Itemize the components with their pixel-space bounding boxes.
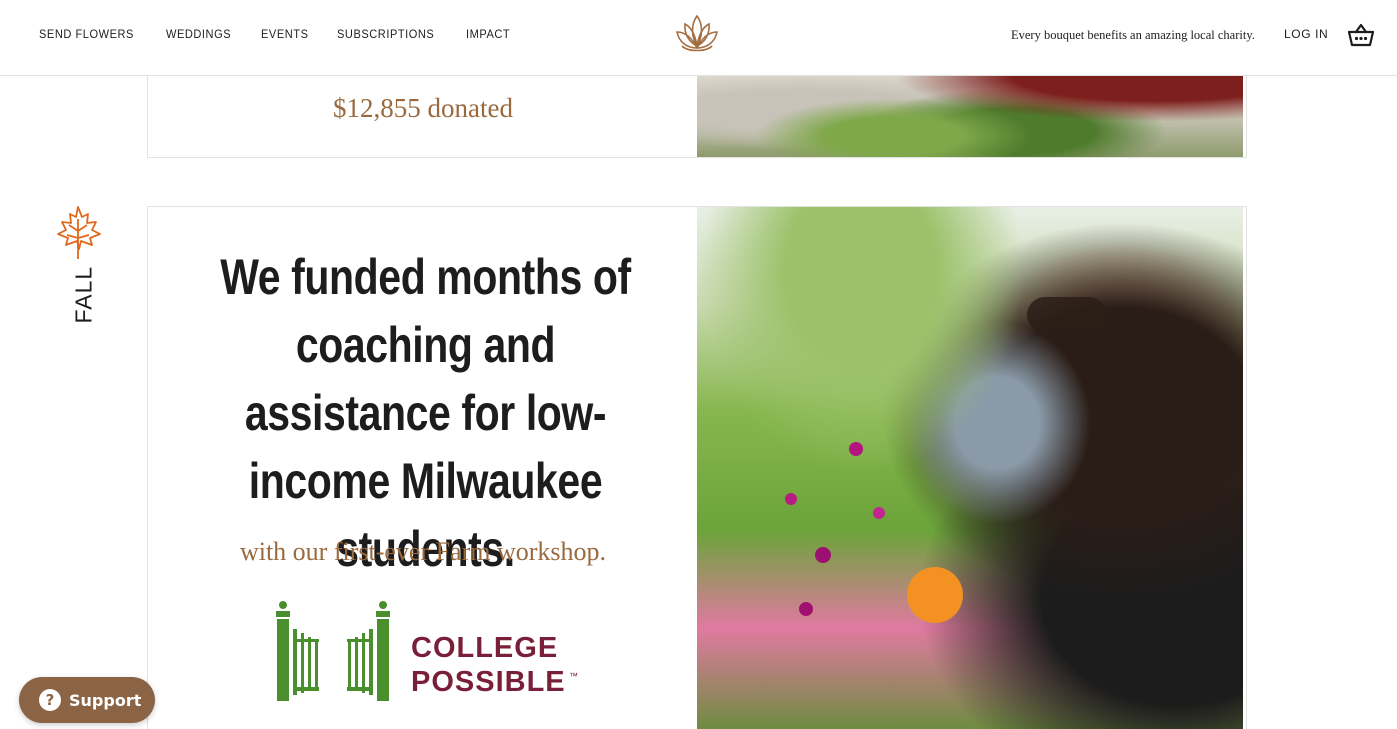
nav-send-flowers[interactable]: SEND FLOWERS [39, 27, 134, 41]
header-tagline: Every bouquet benefits an amazing local … [1011, 28, 1255, 42]
nav-impact[interactable]: IMPACT [466, 27, 510, 41]
support-button[interactable]: ? Support [19, 677, 155, 723]
site-header: SEND FLOWERS WEDDINGS EVENTS SUBSCRIPTIO… [0, 0, 1397, 76]
login-link[interactable]: LOG IN [1284, 27, 1328, 41]
farm-workshop-photo [697, 207, 1243, 729]
season-label: FALL [64, 265, 104, 324]
impact-card: We funded months of coaching and assista… [147, 206, 1247, 729]
season-text: FALL [70, 265, 97, 324]
main-nav: SEND FLOWERS WEDDINGS EVENTS SUBSCRIPTIO… [39, 27, 515, 41]
impact-subline: with our first-ever Farm workshop. [239, 537, 607, 566]
maple-leaf-icon [57, 206, 101, 259]
partner-name-line1: COLLEGE [411, 632, 558, 664]
support-label: Support [69, 690, 142, 710]
partner-name-line2: POSSIBLE [411, 666, 566, 698]
impact-headline: We funded months of coaching and assista… [220, 249, 631, 577]
lotus-logo-icon[interactable] [674, 12, 720, 54]
trademark-symbol: ™ [569, 671, 578, 681]
college-possible-logo: COLLEGE POSSIBLE ™ [276, 601, 578, 701]
nav-subscriptions[interactable]: SUBSCRIPTIONS [337, 27, 434, 41]
question-icon: ? [39, 689, 61, 711]
donation-amount: $12,855 donated [333, 93, 513, 123]
nav-weddings[interactable]: WEDDINGS [166, 27, 231, 41]
basket-icon[interactable] [1347, 22, 1375, 48]
nav-events[interactable]: EVENTS [261, 27, 308, 41]
